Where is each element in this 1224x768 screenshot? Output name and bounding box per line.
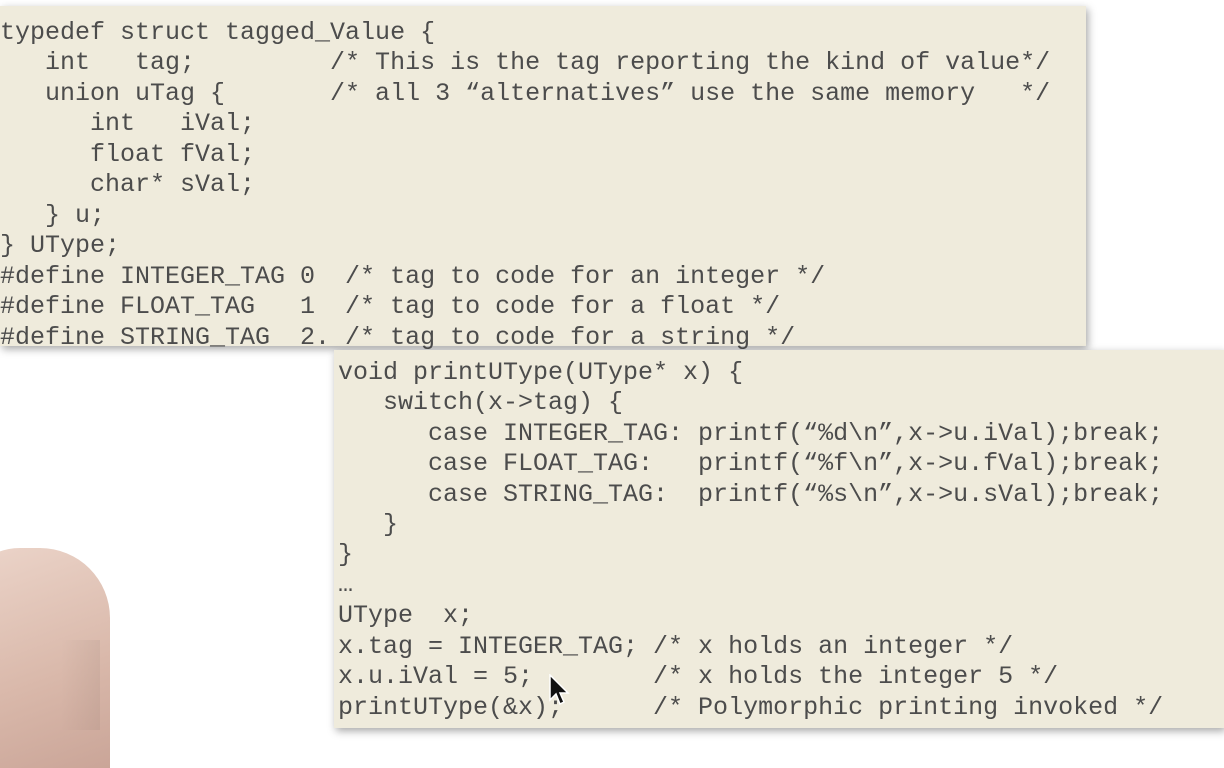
- code-line: int tag; /* This is the tag reporting th…: [0, 48, 1051, 77]
- mouse-pointer-icon: [549, 674, 570, 706]
- code-line: } u;: [0, 201, 106, 230]
- code-line: printUType(&x); /* Polymorphic printing …: [338, 693, 1164, 722]
- code-line: union uTag { /* all 3 “alternatives” use…: [0, 79, 1051, 108]
- code-line: x.u.iVal = 5; /* x holds the integer 5 *…: [338, 662, 1059, 691]
- code-line: case FLOAT_TAG: printf(“%f\n”,x->u.fVal)…: [338, 449, 1164, 478]
- presenter-shadow: [60, 640, 100, 730]
- code-line: float fVal;: [0, 140, 256, 169]
- code-line: #define STRING_TAG 2. /* tag to code for…: [0, 323, 796, 352]
- code-card-print-function: void printUType(UType* x) { switch(x->ta…: [334, 350, 1224, 728]
- code-line: }: [338, 510, 399, 539]
- code-line: …: [338, 570, 354, 599]
- code-line: #define INTEGER_TAG 0 /* tag to code for…: [0, 262, 826, 291]
- code-line: switch(x->tag) {: [338, 388, 624, 417]
- code-line: x.tag = INTEGER_TAG; /* x holds an integ…: [338, 632, 1014, 661]
- code-line: }: [338, 540, 354, 569]
- code-line: } UType;: [0, 231, 121, 260]
- code-line: #define FLOAT_TAG 1 /* tag to code for a…: [0, 292, 781, 321]
- code-line: char* sVal;: [0, 170, 256, 199]
- code-line: int iVal;: [0, 109, 256, 138]
- code-line: case STRING_TAG: printf(“%s\n”,x->u.sVal…: [338, 480, 1164, 509]
- code-line: void printUType(UType* x) {: [338, 358, 744, 387]
- code-line: case INTEGER_TAG: printf(“%d\n”,x->u.iVa…: [338, 419, 1164, 448]
- code-line: typedef struct tagged_Value {: [0, 18, 436, 47]
- code-line: UType x;: [338, 601, 474, 630]
- code-card-type-definition: typedef struct tagged_Value { int tag; /…: [0, 6, 1086, 352]
